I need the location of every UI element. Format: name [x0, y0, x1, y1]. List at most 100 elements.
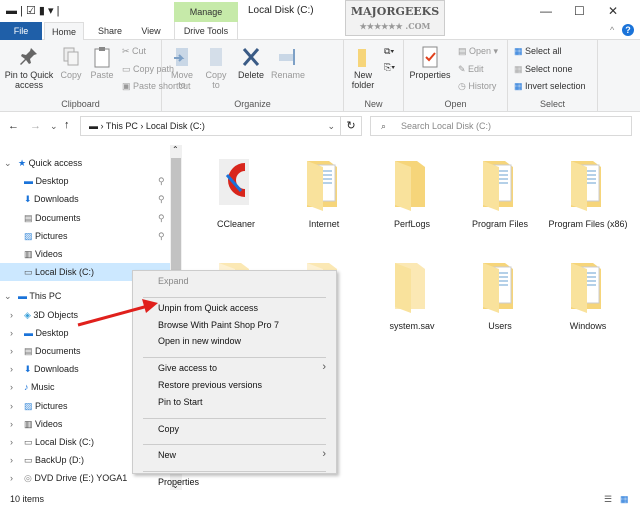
- chevron-right-icon[interactable]: ›: [10, 397, 13, 415]
- search-input[interactable]: ⌕ Search Local Disk (C:): [370, 116, 632, 136]
- menu-item[interactable]: New: [158, 450, 176, 460]
- move-to-button[interactable]: Move to: [168, 46, 196, 90]
- edit-button[interactable]: ✎ Edit: [458, 64, 484, 75]
- rename-button[interactable]: Rename: [270, 46, 306, 80]
- menu-item[interactable]: Copy: [158, 424, 179, 434]
- quick-access-toolbar-icons[interactable]: ▬ | ☑ ▮ ▾ |: [6, 4, 59, 17]
- open-button[interactable]: ▤ Open ▾: [458, 46, 498, 57]
- menu-item[interactable]: Open in new window: [158, 336, 241, 346]
- chevron-right-icon[interactable]: ›: [10, 433, 13, 451]
- forward-button[interactable]: →: [30, 120, 41, 132]
- up-button[interactable]: ↑: [64, 119, 70, 131]
- address-input[interactable]: ▬ › This PC › Local Disk (C:) ⌄ ↻: [80, 116, 362, 136]
- folder-icon: [395, 161, 425, 211]
- history-icon: ◷: [458, 81, 469, 91]
- collapse-ribbon-icon[interactable]: ^: [610, 25, 614, 35]
- chevron-right-icon[interactable]: ›: [10, 306, 13, 324]
- back-button[interactable]: ←: [8, 120, 19, 132]
- copy-icon: [63, 47, 79, 66]
- folder-icon: [395, 263, 425, 313]
- new-item-icon[interactable]: ⧉▾: [384, 46, 394, 57]
- chevron-right-icon[interactable]: ›: [10, 324, 13, 342]
- chevron-right-icon[interactable]: ›: [10, 469, 13, 487]
- select-all-button[interactable]: ▦ Select all: [514, 46, 562, 57]
- expanded-chevron-icon[interactable]: ⌄: [4, 154, 12, 172]
- nav-item[interactable]: ⬇ Downloads ⚲: [0, 190, 170, 208]
- item-count: 10 items: [10, 494, 45, 504]
- tab-manage[interactable]: Manage: [174, 2, 238, 22]
- tab-home[interactable]: Home: [44, 22, 84, 40]
- breadcrumb-local-disk[interactable]: Local Disk (C:): [146, 121, 205, 131]
- submenu-arrow-icon: ›: [322, 361, 326, 374]
- copy-to-icon: [210, 48, 222, 66]
- copy-to-button[interactable]: Copy to: [202, 46, 230, 90]
- copy-button[interactable]: Copy: [58, 46, 84, 80]
- file-item[interactable]: Windows: [548, 257, 628, 331]
- file-item[interactable]: Users: [460, 257, 540, 331]
- menu-item[interactable]: Properties: [158, 477, 199, 487]
- tab-share[interactable]: Share: [92, 22, 128, 40]
- nav-item-label: Videos: [35, 418, 63, 429]
- file-item[interactable]: Program Files (x86): [548, 155, 628, 229]
- edit-icon: ✎: [458, 64, 469, 74]
- chevron-right-icon[interactable]: ›: [10, 415, 13, 433]
- select-none-button[interactable]: ▦ Select none: [514, 64, 573, 75]
- nav-item[interactable]: ▬ Desktop ⚲: [0, 172, 170, 190]
- cut-button[interactable]: ✂ Cut: [122, 46, 146, 57]
- tab-drive-tools[interactable]: Drive Tools: [174, 22, 238, 40]
- refresh-button[interactable]: ↻: [340, 116, 362, 136]
- menu-item[interactable]: Unpin from Quick access: [158, 303, 258, 313]
- nav-item-label: Videos: [35, 249, 63, 259]
- dropdown-icon[interactable]: ⌄: [327, 117, 335, 135]
- menu-item[interactable]: Browse With Paint Shop Pro 7: [158, 320, 279, 330]
- open-group: Properties ▤ Open ▾ ✎ Edit ◷ History Ope…: [404, 40, 508, 112]
- drive-icon: ▭: [24, 267, 36, 278]
- properties-button[interactable]: Properties: [408, 46, 452, 80]
- expanded-chevron-icon[interactable]: ⌄: [4, 287, 12, 305]
- videos-icon: ▥: [24, 249, 36, 259]
- nav-item-label: Local Disk (C:): [35, 437, 95, 447]
- scroll-up-icon[interactable]: ⌃: [172, 145, 179, 154]
- chevron-right-icon[interactable]: ›: [10, 451, 13, 469]
- invert-selection-button[interactable]: ▦ Invert selection: [514, 81, 586, 92]
- paste-button[interactable]: Paste: [88, 46, 116, 80]
- tab-file[interactable]: File: [0, 22, 42, 40]
- paste-shortcut-icon: ▣: [122, 81, 134, 91]
- pin-to-quick-access-button[interactable]: Pin to Quick access: [3, 46, 55, 90]
- pinned-icon: ⚲: [158, 176, 165, 187]
- file-name: system.sav: [389, 321, 435, 331]
- file-item[interactable]: Program Files: [460, 155, 540, 229]
- tab-view[interactable]: View: [134, 22, 168, 40]
- close-button[interactable]: ✕: [608, 4, 618, 18]
- nav-item-label: Desktop: [35, 176, 69, 187]
- nav-item[interactable]: ▥ Videos: [0, 245, 170, 263]
- nav-item[interactable]: ⌄ ★ Quick access: [0, 154, 170, 172]
- large-icons-view-button[interactable]: ▦: [620, 490, 629, 509]
- nav-item[interactable]: ▨ Pictures ⚲: [0, 227, 170, 245]
- chevron-right-icon[interactable]: ›: [10, 342, 13, 360]
- file-item[interactable]: PerfLogs: [372, 155, 452, 229]
- file-item[interactable]: CCleaner: [196, 155, 276, 229]
- file-item[interactable]: Internet: [284, 155, 364, 229]
- chevron-right-icon[interactable]: ›: [10, 378, 13, 396]
- maximize-button[interactable]: ☐: [574, 4, 585, 18]
- file-item[interactable]: system.sav: [372, 257, 452, 331]
- nav-item[interactable]: ▤ Documents ⚲: [0, 209, 170, 227]
- file-name: Users: [488, 321, 512, 331]
- help-icon[interactable]: ?: [622, 24, 634, 36]
- breadcrumb-this-pc[interactable]: This PC: [106, 121, 138, 131]
- window-title: Local Disk (C:): [248, 5, 314, 16]
- chevron-right-icon[interactable]: ›: [10, 360, 13, 378]
- easy-access-icon[interactable]: ⎘▾: [384, 62, 395, 73]
- delete-button[interactable]: Delete: [236, 46, 266, 80]
- menu-item[interactable]: Restore previous versions: [158, 380, 262, 390]
- new-folder-button[interactable]: New folder: [346, 46, 380, 90]
- recent-locations-icon[interactable]: ⌄: [50, 121, 58, 132]
- menu-item[interactable]: Pin to Start: [158, 397, 203, 407]
- details-view-button[interactable]: ☰: [604, 490, 612, 509]
- folder-icon: [571, 263, 601, 313]
- menu-item[interactable]: Give access to: [158, 363, 217, 373]
- select-label: Select: [539, 99, 565, 109]
- minimize-button[interactable]: —: [540, 4, 552, 18]
- history-button[interactable]: ◷ History: [458, 81, 496, 92]
